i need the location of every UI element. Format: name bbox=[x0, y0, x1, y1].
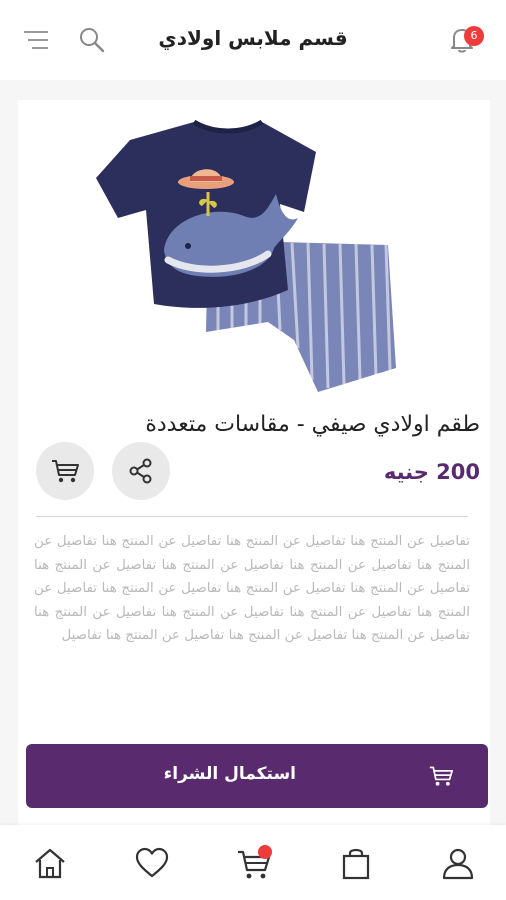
add-to-cart-button[interactable] bbox=[36, 442, 94, 500]
cart-icon bbox=[52, 460, 79, 483]
heart-icon[interactable] bbox=[134, 845, 170, 881]
checkout-label: استكمال الشراء bbox=[163, 764, 296, 784]
checkout-button[interactable]: استكمال الشراء bbox=[26, 744, 488, 808]
home-icon[interactable] bbox=[32, 845, 68, 881]
page-title: قسم ملابس اولادي bbox=[158, 26, 348, 50]
shopping-bag-icon[interactable] bbox=[338, 845, 374, 881]
bottom-navigation bbox=[0, 825, 506, 900]
product-price: 200 جنيه bbox=[383, 460, 480, 484]
cart-icon bbox=[429, 766, 453, 786]
share-icon bbox=[129, 458, 152, 484]
product-content: طقم اولادي صيفي - مقاسات متعددة 200 جنيه… bbox=[0, 80, 506, 846]
product-image bbox=[18, 100, 490, 406]
kids-outfit-illustration bbox=[96, 119, 396, 392]
divider bbox=[36, 516, 468, 517]
navy-tshirt bbox=[96, 119, 316, 308]
notification-badge: 6 bbox=[464, 26, 484, 46]
app-header: قسم ملابس اولادي 6 bbox=[0, 0, 506, 80]
user-icon[interactable] bbox=[440, 845, 476, 881]
product-name: طقم اولادي صيفي - مقاسات متعددة bbox=[145, 412, 480, 437]
product-description: تفاصيل عن المنتج هنا تفاصيل عن المنتج هن… bbox=[34, 534, 470, 643]
share-button[interactable] bbox=[112, 442, 170, 500]
cart-badge bbox=[258, 845, 272, 859]
